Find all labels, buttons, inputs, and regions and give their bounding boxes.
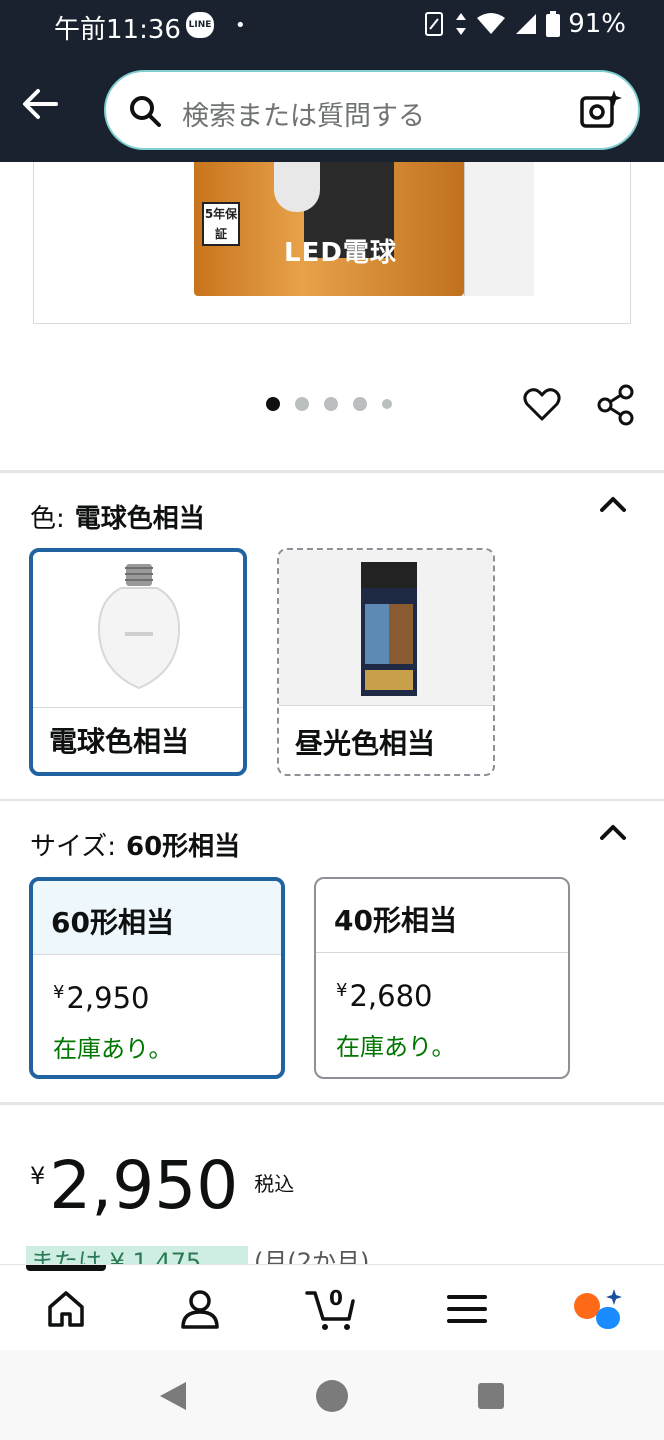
section-divider xyxy=(0,1102,664,1105)
size-option-label: 60形相当 xyxy=(33,881,281,955)
product-image[interactable]: 5年保証 LED電球 xyxy=(33,162,631,324)
line-app-icon: LINE xyxy=(186,12,214,38)
search-icon xyxy=(130,96,161,127)
color-selected-value: 電球色相当 xyxy=(74,504,205,534)
rufus-icon[interactable] xyxy=(572,1287,624,1331)
home-icon[interactable] xyxy=(44,1287,88,1331)
battery-saver-icon xyxy=(425,12,444,36)
cart-count: 0 xyxy=(329,1286,343,1310)
led-label: LED電球 xyxy=(284,238,397,268)
price-currency: ¥ xyxy=(30,1162,46,1190)
image-carousel-dots xyxy=(266,397,392,411)
color-label: 色: xyxy=(30,504,65,534)
status-indicators: 91% xyxy=(424,9,626,39)
system-recents-icon[interactable] xyxy=(478,1383,504,1409)
size-selected-value: 60形相当 xyxy=(125,832,241,862)
search-placeholder: 検索または質問する xyxy=(182,101,425,132)
box-product-icon xyxy=(361,562,417,696)
carousel-dot[interactable] xyxy=(324,397,338,411)
wifi-icon xyxy=(477,13,506,34)
size-section-label: サイズ: 60形相当 xyxy=(30,826,240,863)
color-option-image xyxy=(279,550,493,706)
bulb-image xyxy=(274,162,320,212)
size-option-60[interactable]: 60形相当 ¥2,950 在庫あり。 xyxy=(29,877,285,1079)
color-section-label: 色: 電球色相当 xyxy=(30,498,205,535)
price-amount: 2,950 xyxy=(49,1147,239,1224)
system-home-icon[interactable] xyxy=(316,1380,348,1412)
size-option-price: ¥2,680 xyxy=(336,979,433,1013)
search-input[interactable]: 検索または質問する xyxy=(104,70,640,150)
size-option-stock: 在庫あり。 xyxy=(53,1035,173,1063)
battery-percent: 91% xyxy=(568,9,626,39)
size-option-price: ¥2,950 xyxy=(53,981,150,1015)
system-navigation-bar xyxy=(0,1350,664,1440)
back-arrow-icon[interactable] xyxy=(18,82,62,126)
menu-icon[interactable] xyxy=(445,1287,489,1331)
size-option-stock: 在庫あり。 xyxy=(336,1033,456,1061)
chevron-up-icon[interactable] xyxy=(598,822,628,844)
warranty-badge: 5年保証 xyxy=(202,202,240,246)
carousel-dot[interactable] xyxy=(382,399,392,409)
data-arrows-icon xyxy=(456,13,467,35)
chevron-up-icon[interactable] xyxy=(598,494,628,516)
product-box-side xyxy=(464,162,534,296)
active-tab-indicator xyxy=(26,1265,106,1271)
camera-search-icon[interactable] xyxy=(578,88,622,132)
color-option-bulb[interactable]: 電球色相当 xyxy=(29,548,247,776)
color-option-label: 昼光色相当 xyxy=(295,727,436,760)
price-tax-label: 税込 xyxy=(254,1172,295,1196)
search-header: 検索または質問する xyxy=(0,52,664,162)
size-option-40[interactable]: 40形相当 ¥2,680 在庫あり。 xyxy=(314,877,570,1079)
color-option-image xyxy=(33,552,243,708)
carousel-dot[interactable] xyxy=(353,397,367,411)
size-option-label: 40形相当 xyxy=(316,879,568,953)
share-icon[interactable] xyxy=(596,384,636,426)
battery-icon xyxy=(546,11,561,37)
color-option-box[interactable]: 昼光色相当 xyxy=(277,548,495,776)
carousel-dot[interactable] xyxy=(266,397,280,411)
carousel-dot[interactable] xyxy=(295,397,309,411)
wishlist-heart-icon[interactable] xyxy=(522,384,562,424)
status-bar: 午前11:36 LINE • 91% xyxy=(0,0,664,52)
account-icon[interactable] xyxy=(178,1287,222,1331)
bulb-product-icon xyxy=(97,564,181,690)
section-divider xyxy=(0,799,664,801)
color-option-label: 電球色相当 xyxy=(49,725,190,758)
signal-icon xyxy=(516,14,537,34)
status-time: 午前11:36 xyxy=(54,15,181,45)
section-divider xyxy=(0,470,664,473)
size-label: サイズ: xyxy=(30,832,116,862)
system-back-icon[interactable] xyxy=(158,1380,188,1412)
main-price: ¥ 2,950 税込 xyxy=(30,1146,294,1226)
notification-dot: • xyxy=(235,15,246,36)
